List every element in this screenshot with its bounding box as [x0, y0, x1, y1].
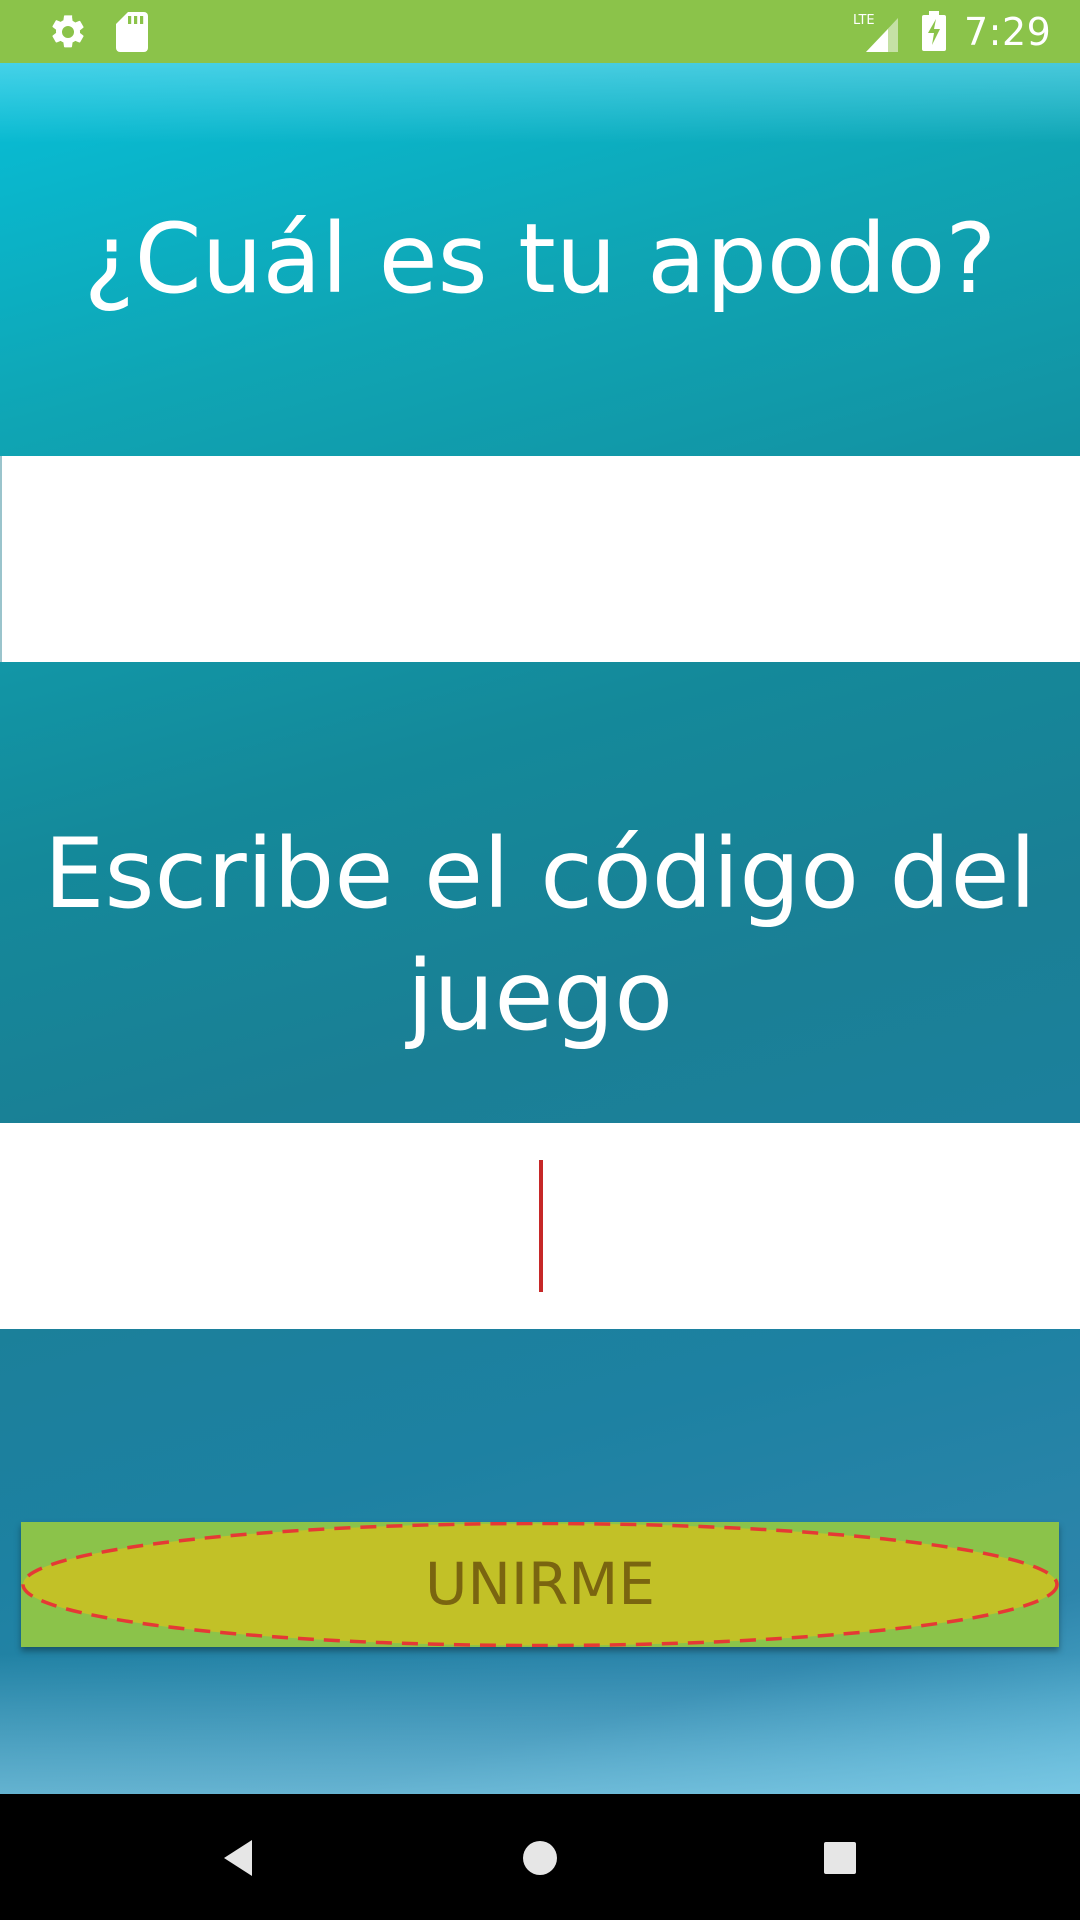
join-button[interactable]: UNIRME	[21, 1522, 1059, 1647]
phone-screen: LTE 7:29 ¿Cuál es tu apodo? Escribe el c…	[0, 0, 1080, 1920]
text-caret	[539, 1160, 543, 1292]
gear-icon	[52, 15, 84, 48]
nickname-input[interactable]	[0, 456, 1080, 662]
navigation-bar	[0, 1794, 1080, 1920]
back-icon[interactable]	[216, 1834, 264, 1882]
clock-time: 7:29	[964, 10, 1052, 54]
sd-card-icon	[116, 12, 148, 52]
top-gradient-glow	[0, 63, 1080, 143]
battery-charging-icon	[922, 11, 946, 51]
nickname-question: ¿Cuál es tu apodo?	[83, 203, 997, 315]
signal-icon: LTE	[853, 13, 898, 52]
join-button-label: UNIRME	[425, 1550, 655, 1618]
status-bar: LTE 7:29	[0, 0, 1080, 63]
recents-icon[interactable]	[816, 1834, 864, 1882]
network-type-label: LTE	[853, 13, 875, 28]
join-game-screen: ¿Cuál es tu apodo? Escribe el código del…	[0, 63, 1080, 1794]
game-code-question: Escribe el código del juego	[43, 818, 1037, 1052]
home-icon[interactable]	[516, 1834, 564, 1882]
bottom-gradient-glow	[0, 1654, 1080, 1794]
